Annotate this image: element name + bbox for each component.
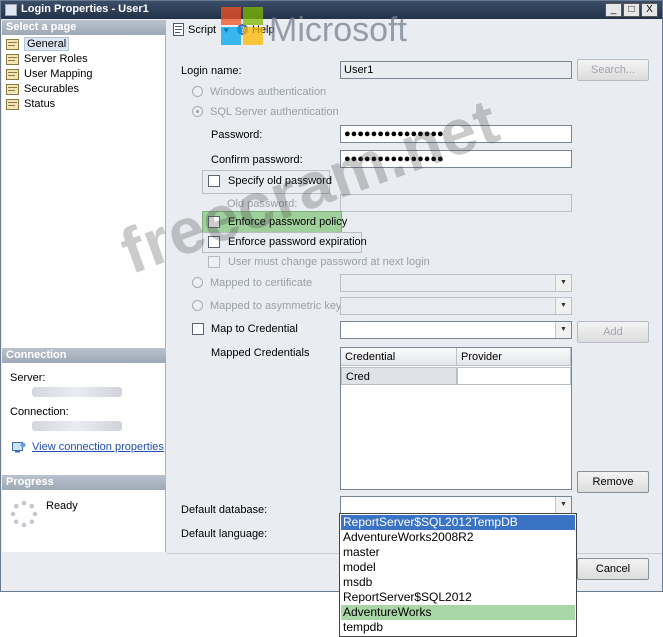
add-button[interactable]: Add [577, 321, 649, 343]
old-password-field[interactable] [340, 194, 572, 212]
windows-auth-radio[interactable] [192, 86, 203, 97]
nav-item-server-roles[interactable]: Server Roles [4, 52, 164, 67]
nav-item-label: Securables [24, 83, 80, 95]
specify-old-password-label: Specify old password [228, 175, 332, 187]
chevron-down-icon: ▼ [555, 497, 571, 513]
connection-properties-icon [12, 442, 26, 453]
password-field[interactable]: ●●●●●●●●●●●●●●● [340, 125, 572, 143]
db-option[interactable]: ReportServer$SQL2012TempDB [341, 515, 575, 530]
nav-item-label: General [24, 37, 70, 51]
db-option[interactable]: AdventureWorks [341, 605, 575, 620]
map-credential-label: Map to Credential [211, 323, 298, 335]
default-database-dropdown[interactable]: ReportServer$SQL2012TempDB AdventureWork… [339, 513, 577, 637]
nav-item-securables[interactable]: Securables [4, 82, 164, 97]
chevron-down-icon: ▼ [555, 322, 571, 338]
page-icon [6, 54, 19, 65]
login-properties-window: Login Properties - User1 _ □ X Select a … [0, 0, 663, 592]
nav-item-status[interactable]: Status [4, 97, 164, 112]
grid-header-provider[interactable]: Provider [457, 348, 571, 366]
db-option[interactable]: tempdb [341, 620, 575, 635]
progress-spinner-icon [10, 500, 38, 528]
script-icon [173, 23, 184, 36]
mapped-asym-label: Mapped to asymmetric key [210, 300, 342, 312]
progress-status: Ready [46, 500, 78, 512]
sql-auth-radio[interactable] [192, 106, 203, 117]
windows-auth-label: Windows authentication [210, 86, 327, 98]
server-value-blurred [32, 387, 122, 397]
mapped-cert-label: Mapped to certificate [210, 277, 313, 289]
default-database-combo[interactable]: ▼ [340, 496, 572, 514]
grid-cell-credential[interactable]: Cred [341, 367, 457, 385]
nav-item-label: Server Roles [24, 53, 88, 65]
view-connection-properties-text: View connection properties [32, 441, 164, 453]
remove-button[interactable]: Remove [577, 471, 649, 493]
select-page-header: Select a page [2, 20, 166, 35]
sql-auth-label: SQL Server authentication [210, 106, 339, 118]
must-change-checkbox[interactable] [208, 256, 220, 268]
script-label: Script [188, 24, 217, 36]
db-option[interactable]: msdb [341, 575, 575, 590]
view-connection-properties-link[interactable]: View connection properties [12, 441, 164, 453]
chevron-down-icon: ▼ [555, 298, 571, 314]
default-language-label: Default language: [181, 528, 268, 540]
nav-item-user-mapping[interactable]: User Mapping [4, 67, 164, 82]
enforce-policy-checkbox[interactable] [208, 216, 220, 228]
search-button[interactable]: Search... [577, 59, 649, 81]
grid-cell-provider[interactable] [457, 367, 571, 385]
progress-header: Progress [2, 475, 166, 490]
nav-item-label: Status [24, 98, 56, 110]
credential-combo[interactable]: ▼ [340, 321, 572, 339]
maximize-button[interactable]: □ [623, 3, 640, 17]
title-bar[interactable]: Login Properties - User1 _ □ X [1, 1, 662, 19]
enforce-policy-label: Enforce password policy [228, 216, 348, 228]
default-database-label: Default database: [181, 504, 268, 516]
must-change-label: User must change password at next login [228, 256, 430, 268]
page-icon [6, 99, 19, 110]
nav-item-general[interactable]: General [4, 37, 164, 52]
connection-value-blurred [32, 421, 122, 431]
window-icon [5, 4, 17, 16]
page-icon [6, 39, 19, 50]
page-icon [6, 69, 19, 80]
specify-old-password-checkbox[interactable] [208, 175, 220, 187]
old-password-label: Old password: [227, 198, 298, 210]
mapped-credentials-grid[interactable]: Credential Provider Cred [340, 347, 572, 490]
asymmetric-key-combo[interactable]: ▼ [340, 297, 572, 315]
page-icon [6, 84, 19, 95]
db-option[interactable]: AdventureWorks2008R2 [341, 530, 575, 545]
microsoft-logo-icon [221, 7, 265, 47]
minimize-button[interactable]: _ [605, 3, 622, 17]
chevron-down-icon: ▼ [555, 275, 571, 291]
connection-label: Connection: [10, 406, 69, 418]
map-credential-checkbox[interactable] [192, 323, 204, 335]
cancel-button[interactable]: Cancel [577, 558, 649, 580]
db-option[interactable]: model [341, 560, 575, 575]
certificate-combo[interactable]: ▼ [340, 274, 572, 292]
db-option[interactable]: master [341, 545, 575, 560]
db-option[interactable]: ReportServer$SQL2012 [341, 590, 575, 605]
confirm-password-label: Confirm password: [211, 154, 303, 166]
grid-header-credential[interactable]: Credential [341, 348, 457, 366]
window-title: Login Properties - User1 [21, 3, 149, 15]
close-button[interactable]: X [641, 3, 658, 17]
mapped-credentials-label: Mapped Credentials [211, 347, 310, 359]
mapped-cert-radio[interactable] [192, 277, 203, 288]
connection-header: Connection [2, 348, 166, 363]
enforce-expiration-checkbox[interactable] [208, 236, 220, 248]
enforce-expiration-label: Enforce password expiration [228, 236, 367, 248]
mapped-asym-radio[interactable] [192, 300, 203, 311]
nav-item-label: User Mapping [24, 68, 93, 80]
password-label: Password: [211, 129, 263, 141]
login-name-field[interactable]: User1 [340, 61, 572, 79]
server-label: Server: [10, 372, 46, 384]
login-name-label: Login name: [181, 65, 242, 77]
confirm-password-field[interactable]: ●●●●●●●●●●●●●●● [340, 150, 572, 168]
left-pane: Select a page General Server Roles User … [2, 20, 166, 552]
